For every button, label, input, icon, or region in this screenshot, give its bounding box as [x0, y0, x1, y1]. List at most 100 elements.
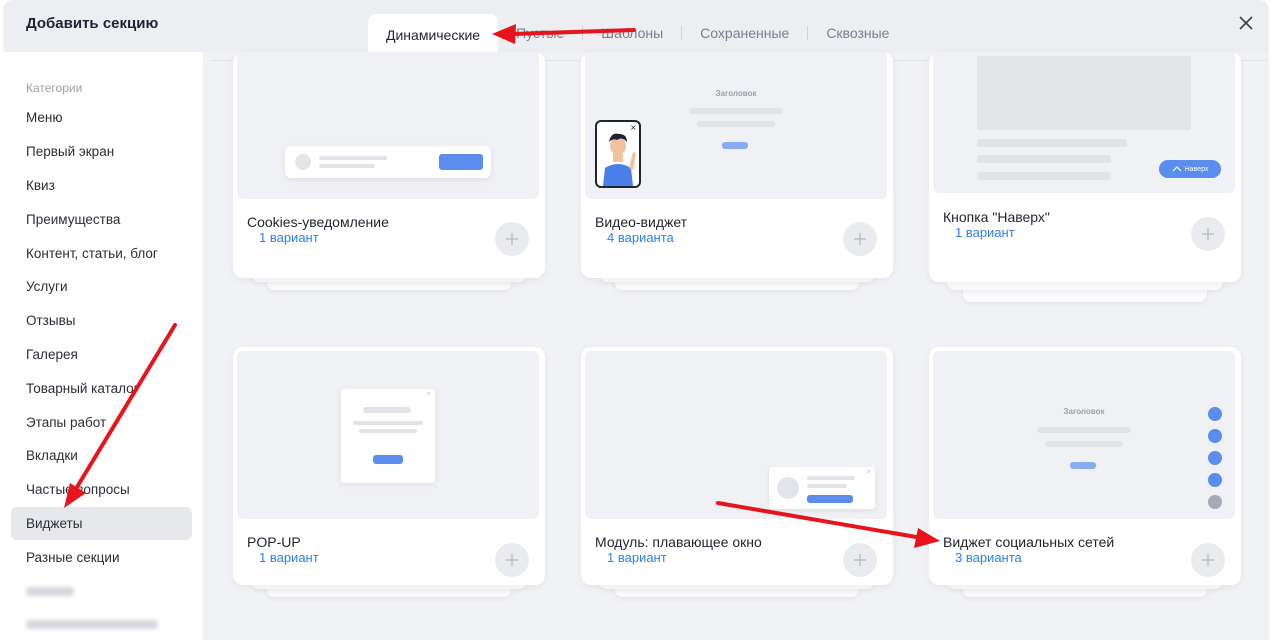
add-section-button[interactable] — [1191, 543, 1225, 577]
add-section-button[interactable] — [1191, 217, 1225, 251]
sidebar-heading: Категории — [26, 81, 83, 95]
card-preview: Наверх — [933, 52, 1235, 193]
card-preview — [237, 52, 539, 199]
add-section-button[interactable] — [495, 543, 529, 577]
preview-line — [359, 429, 417, 433]
preview-back-to-top-button: Наверх — [1159, 160, 1221, 178]
card-preview: Заголовок — [933, 351, 1235, 519]
chevron-up-icon — [1172, 166, 1182, 172]
tab-dynamic[interactable]: Динамические — [368, 14, 499, 52]
close-button[interactable] — [1235, 12, 1257, 34]
section-card[interactable]: × Модуль: плавающее окно 1 вариант — [581, 347, 893, 607]
preview-line — [319, 156, 387, 160]
add-section-button[interactable] — [495, 222, 529, 256]
preview-image-block — [977, 56, 1191, 130]
preview-line — [1037, 427, 1131, 433]
section-card[interactable]: Наверх Кнопка "Наверх" 1 вариант — [929, 52, 1241, 314]
section-card[interactable]: Cookies-уведомление 1 вариант — [233, 52, 545, 302]
card-variants-link[interactable]: 3 варианта — [955, 550, 1022, 565]
card-body: × Модуль: плавающее окно 1 вариант — [581, 347, 893, 585]
tab-global[interactable]: Сквозные — [808, 14, 907, 52]
plus-icon — [854, 554, 866, 566]
category-list: Меню Первый экран Квиз Преимущества Конт… — [11, 101, 192, 640]
svg-text:×: × — [630, 123, 637, 132]
card-body: Заголовок × Видео-виджет 4 варианта — [581, 52, 893, 278]
preview-button — [722, 142, 748, 149]
preview-line — [353, 421, 423, 425]
preview-button — [439, 154, 483, 170]
preview-avatar — [777, 477, 799, 499]
add-section-button[interactable] — [843, 543, 877, 577]
whatsapp-icon — [1208, 429, 1222, 443]
tab-saved[interactable]: Сохраненные — [682, 14, 807, 52]
viber-icon — [1208, 407, 1222, 421]
sidebar-item-blurred[interactable] — [11, 574, 192, 608]
sidebar-item-blurred[interactable] — [11, 608, 192, 640]
card-title: Кнопка "Наверх" — [943, 209, 1050, 225]
tab-templates[interactable]: Шаблоны — [583, 14, 681, 52]
card-preview: × — [585, 351, 887, 519]
sidebar-item-reviews[interactable]: Отзывы — [11, 304, 192, 338]
tab-empty[interactable]: Пустые — [498, 14, 582, 52]
card-body: × POP-UP 1 вариант — [233, 347, 545, 585]
sidebar-item-gallery[interactable]: Галерея — [11, 338, 192, 372]
card-title: Виджет социальных сетей — [943, 534, 1115, 550]
section-card[interactable]: Заголовок Виджет социальных сетей 3 вари… — [929, 347, 1241, 607]
sidebar-item-faq[interactable]: Частые вопросы — [11, 473, 192, 507]
card-body: Cookies-уведомление 1 вариант — [233, 52, 545, 278]
add-section-modal: Добавить секцию Динамические Пустые Шабл… — [3, 0, 1269, 640]
card-preview: Заголовок × — [585, 52, 887, 199]
sidebar-item-stages[interactable]: Этапы работ — [11, 405, 192, 439]
plus-icon — [506, 233, 518, 245]
sidebar-item-benefits[interactable]: Преимущества — [11, 202, 192, 236]
preview-line — [807, 484, 847, 488]
video-person-illustration: × — [595, 120, 641, 188]
preview-circle — [295, 154, 311, 170]
preview-heading: Заголовок — [1063, 407, 1105, 416]
sidebar-item-catalog[interactable]: Товарный каталог — [11, 371, 192, 405]
sidebar-item-widgets[interactable]: Виджеты — [11, 506, 192, 541]
close-icon — [1239, 16, 1253, 30]
cookie-banner-preview — [285, 146, 491, 178]
sidebar-item-misc[interactable]: Разные секции — [11, 540, 192, 574]
plus-icon — [854, 233, 866, 245]
preview-line — [319, 164, 375, 168]
preview-floating-window: × — [769, 467, 875, 509]
modal-title: Добавить секцию — [26, 15, 159, 32]
card-variants-link[interactable]: 1 вариант — [259, 230, 319, 245]
preview-close-icon: × — [866, 467, 871, 476]
card-variants-link[interactable]: 1 вариант — [607, 550, 667, 565]
card-body: Наверх Кнопка "Наверх" 1 вариант — [929, 52, 1241, 282]
sidebar-item-tabs[interactable]: Вкладки — [11, 439, 192, 473]
preview-button-label: Наверх — [1184, 165, 1209, 173]
card-variants-link[interactable]: 1 вариант — [955, 225, 1015, 240]
modal-header: Добавить секцию Динамические Пустые Шабл… — [3, 0, 1269, 52]
sidebar-item-services[interactable]: Услуги — [11, 270, 192, 304]
section-tabs: Динамические Пустые Шаблоны Сохраненные … — [368, 14, 907, 52]
preview-button — [1070, 462, 1096, 469]
sidebar-item-quiz[interactable]: Квиз — [11, 169, 192, 203]
preview-popup: × — [341, 389, 435, 483]
sidebar-item-menu[interactable]: Меню — [11, 101, 192, 135]
vk-icon — [1208, 473, 1222, 487]
plus-icon — [506, 554, 518, 566]
sections-grid: Cookies-уведомление 1 вариант Заголовок — [211, 52, 1269, 640]
sidebar-item-hero[interactable]: Первый экран — [11, 135, 192, 169]
preview-line — [977, 155, 1111, 163]
preview-line — [1045, 441, 1123, 447]
card-body: Заголовок Виджет социальных сетей 3 вари… — [929, 347, 1241, 585]
plus-icon — [1202, 228, 1214, 240]
preview-line — [697, 121, 775, 127]
card-variants-link[interactable]: 1 вариант — [259, 550, 319, 565]
card-title: Модуль: плавающее окно — [595, 534, 762, 550]
card-title: Cookies-уведомление — [247, 214, 389, 230]
preview-line — [689, 108, 783, 114]
card-variants-link[interactable]: 4 варианта — [607, 230, 674, 245]
section-card[interactable]: Заголовок × Видео-виджет 4 варианта — [581, 52, 893, 302]
add-section-button[interactable] — [843, 222, 877, 256]
section-card[interactable]: × POP-UP 1 вариант — [233, 347, 545, 607]
sidebar-item-content[interactable]: Контент, статьи, блог — [11, 236, 192, 270]
preview-button — [373, 455, 403, 464]
preview-line — [977, 139, 1127, 147]
card-title: Видео-виджет — [595, 214, 688, 230]
